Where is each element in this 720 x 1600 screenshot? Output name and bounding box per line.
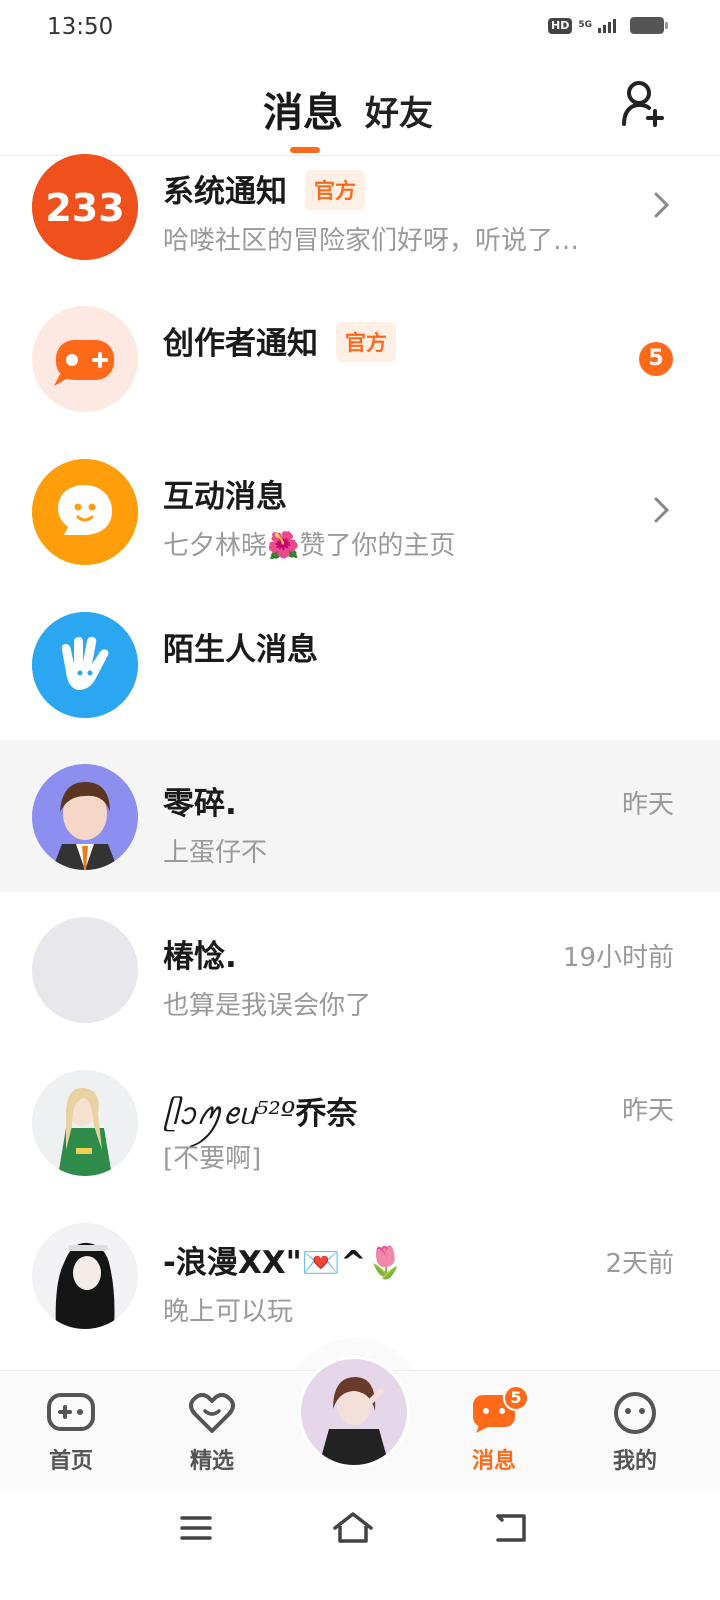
chat-time: 昨天 [621, 1096, 674, 1126]
chat-name: 零碎. [163, 786, 237, 822]
avatar [32, 917, 138, 1023]
gamepad-icon [47, 1393, 95, 1431]
chat-time: 2天前 [605, 1249, 674, 1279]
row-subtitle: 哈喽社区的冒险家们好呀，听说了… [163, 226, 580, 256]
row-title-wrap: 系统通知 官方 [163, 166, 365, 211]
nav-me[interactable]: 我的 [585, 1389, 685, 1475]
row-title: 系统通知 [163, 174, 287, 210]
chat-row[interactable]: 椿惗. 也算是我误会你了 19小时前 [0, 893, 720, 1045]
chat-name: 椿惗. [163, 939, 237, 975]
avatar [32, 1070, 138, 1176]
network-type: 5G [578, 20, 592, 30]
official-tag: 官方 [336, 322, 396, 362]
chevron-right-icon [654, 497, 670, 523]
avatar [32, 1223, 138, 1329]
system-notice-logo: 233 [32, 154, 138, 260]
nav-label-home: 首页 [48, 1449, 93, 1474]
unread-badge: 5 [639, 342, 673, 376]
chat-time: 19小时前 [562, 943, 674, 973]
status-time: 13:50 [47, 14, 114, 40]
list-item-system-notice[interactable]: 233 系统通知 官方 哈喽社区的冒险家们好呀，听说了… [0, 130, 720, 282]
nav-messages-badge: 5 [503, 1385, 529, 1411]
status-icons: HD 5G [548, 17, 668, 34]
chat-message: 也算是我误会你了 [163, 991, 372, 1021]
chat-message: 上蛋仔不 [163, 838, 268, 868]
chat-name-prefix: ᥫᩣꪑꫀᥙ⁵²º [163, 1096, 296, 1132]
chat-row[interactable]: 零碎. 上蛋仔不 昨天 [0, 740, 720, 892]
nav-label-featured: 精选 [189, 1449, 234, 1474]
chat-row[interactable]: -浪漫XX"💌^🌷 晚上可以玩 2天前 [0, 1199, 720, 1351]
hd-icon: HD [548, 17, 573, 34]
system-nav-bar [0, 1492, 720, 1600]
nav-messages[interactable]: 消息 [444, 1389, 544, 1475]
row-subtitle: 七夕林晓🌺赞了你的主页 [163, 531, 456, 561]
list-item-stranger[interactable]: 陌生人消息 [0, 588, 720, 740]
chevron-right-icon [654, 192, 670, 218]
creator-notice-logo [32, 306, 138, 412]
nav-featured[interactable]: 精选 [162, 1389, 262, 1475]
chat-message: 晚上可以玩 [163, 1297, 294, 1327]
battery-icon [630, 17, 668, 34]
list-item-interaction[interactable]: 互动消息 七夕林晓🌺赞了你的主页 [0, 435, 720, 587]
chat-row[interactable]: ᥫᩣꪑꫀᥙ⁵²º乔奈 [不要啊] 昨天 [0, 1046, 720, 1198]
center-avatar-button[interactable] [298, 1356, 410, 1468]
chat-name: 乔奈 [295, 1096, 358, 1132]
avatar [32, 764, 138, 870]
back-icon[interactable] [488, 1510, 532, 1546]
row-title-wrap: 创作者通知 官方 [163, 318, 396, 363]
home-icon[interactable] [331, 1510, 375, 1546]
row-title: 互动消息 [163, 479, 287, 515]
interaction-logo [32, 459, 138, 565]
menu-icon[interactable] [174, 1510, 218, 1546]
logo-text: 233 [45, 186, 124, 230]
nav-label-me: 我的 [612, 1449, 657, 1474]
chat-time: 昨天 [621, 790, 674, 820]
heart-icon [189, 1392, 235, 1433]
add-friend-icon[interactable] [618, 78, 670, 130]
chat-name: -浪漫XX"💌^🌷 [163, 1245, 405, 1281]
list-item-creator-notice[interactable]: 创作者通知 官方 5 [0, 282, 720, 434]
chat-message: [不要啊] [163, 1144, 262, 1174]
smiley-icon [614, 1392, 656, 1434]
row-title: 创作者通知 [163, 326, 318, 362]
row-title: 陌生人消息 [163, 632, 318, 668]
signal-icon [598, 18, 616, 33]
nav-home[interactable]: 首页 [21, 1389, 121, 1475]
tab-friends[interactable]: 好友 [365, 86, 433, 135]
official-tag: 官方 [305, 170, 365, 210]
status-bar: 13:50 HD 5G [0, 0, 720, 58]
stranger-logo [32, 612, 138, 718]
nav-label-messages: 消息 [471, 1449, 516, 1474]
